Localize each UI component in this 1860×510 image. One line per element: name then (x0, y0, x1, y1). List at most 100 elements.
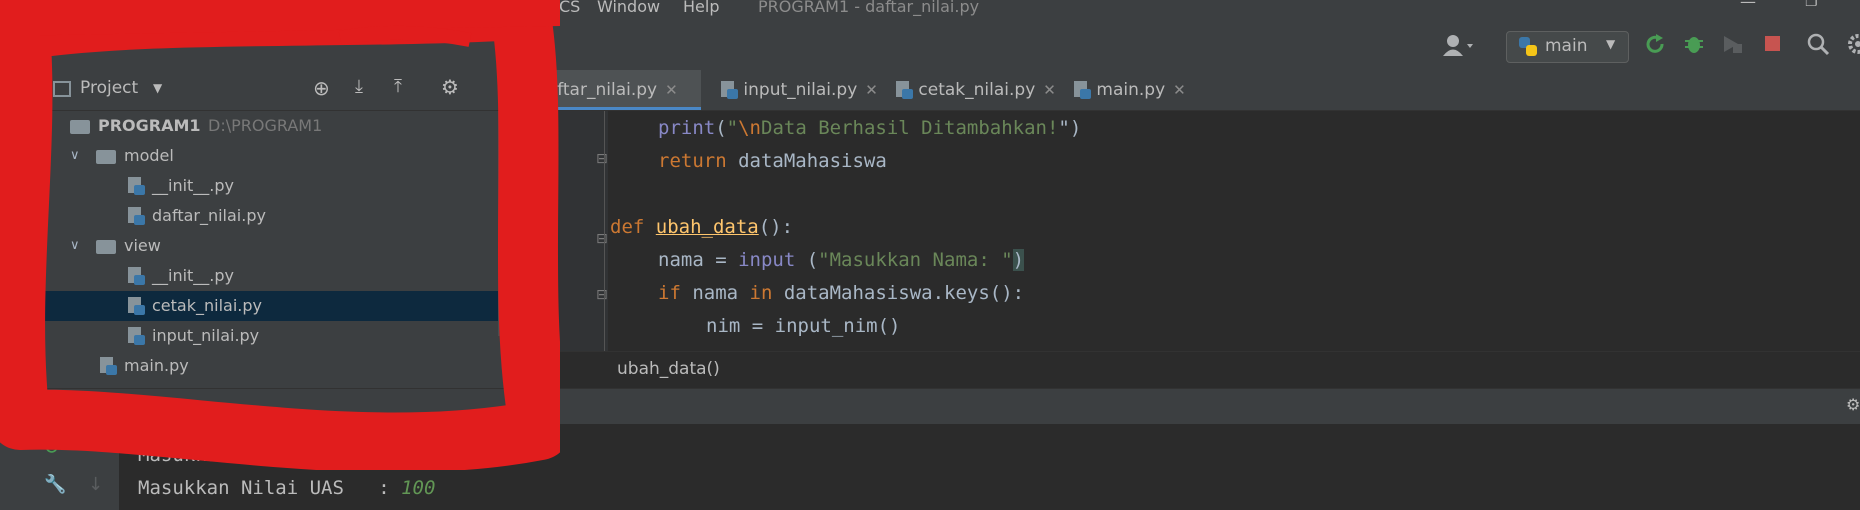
fold-icon[interactable]: ⊟ (596, 151, 608, 167)
run-config-selector[interactable]: main ▼ (1506, 31, 1629, 63)
tab-label: daftar_nilai.py (536, 80, 658, 100)
tree-item-label: model (124, 146, 174, 165)
run-panel-toolbar: ↻ ↑ 🔧 ↓ (0, 424, 119, 510)
folder-icon (70, 120, 90, 134)
tree-item-file-selected[interactable]: cetak_nilai.py (0, 291, 498, 321)
tree-item-label: __init__.py (152, 266, 235, 285)
tab-input-nilai[interactable]: input_nilai.py ✕ (715, 70, 887, 110)
rerun-icon[interactable] (1643, 32, 1667, 56)
editor-tabs: daftar_nilai.py ✕ input_nilai.py ✕ cetak_n… (508, 70, 1860, 111)
code-line: nim = input_nim() (706, 315, 901, 337)
tree-item-label: input_nilai.py (152, 326, 260, 345)
code-line: nama = input ("Masukkan Nama: ") (658, 249, 1025, 271)
chevron-down-icon: ▼ (1606, 37, 1616, 51)
close-icon[interactable]: ✕ (1043, 81, 1056, 99)
expand-all-icon[interactable]: ⤓ (355, 76, 363, 97)
code-line: print("\nData Berhasil Ditambahkan!") (658, 117, 1082, 139)
tree-item-label: daftar_nilai.py (152, 206, 266, 225)
minimize-icon[interactable]: — (1740, 0, 1756, 11)
run-console[interactable]: Masukkan Nilai UTS : 95 Masukkan Nilai U… (119, 424, 1860, 510)
menu-bar: VCS Window Help PROGRAM1 - daftar_nilai.… (0, 0, 1860, 18)
window-title: PROGRAM1 - daftar_nilai.py (758, 0, 980, 16)
code-line: return dataMahasiswa (658, 150, 887, 172)
python-file-icon (1074, 81, 1091, 99)
chevron-down-icon[interactable]: ∨ (70, 141, 80, 171)
search-icon[interactable] (1806, 32, 1830, 56)
coverage-icon[interactable] (1720, 32, 1744, 56)
debug-icon[interactable] (1682, 32, 1706, 56)
tree-item-path: D:\PROGRAM1 (208, 116, 323, 135)
user-icon[interactable] (1442, 32, 1478, 58)
tree-item-file[interactable]: input_nilai.py (0, 321, 498, 351)
collapse-all-icon[interactable]: ⤒ (394, 76, 402, 97)
tree-item-file[interactable]: main.py (0, 351, 498, 381)
tree-item-label: __init__.py (152, 176, 235, 195)
run-panel-header: ⚙ (0, 388, 1860, 425)
menu-help[interactable]: Help (683, 0, 719, 16)
console-line: Masukkan Nilai UTS : 95 (138, 444, 424, 466)
menu-window[interactable]: Window (597, 0, 660, 16)
python-file-icon (721, 81, 738, 99)
tree-scrollbar[interactable] (498, 111, 503, 336)
breadcrumb: ubah_data() (508, 351, 1860, 388)
project-tree: ∨ PROGRAM1 D:\PROGRAM1 ∨ model __init__.… (0, 111, 508, 388)
python-file-icon (128, 177, 145, 195)
chevron-down-icon[interactable]: ∨ (42, 111, 52, 141)
tree-item-label: main.py (124, 356, 189, 375)
code-editor[interactable]: print("\nData Berhasil Ditambahkan!") re… (608, 111, 1860, 351)
code-line: def ubah_data(): (610, 216, 794, 238)
tree-item-label: view (124, 236, 161, 255)
tab-label: input_nilai.py (743, 80, 858, 100)
python-file-icon (128, 297, 145, 315)
code-line: if nama in dataMahasiswa.keys(): (658, 282, 1025, 304)
project-panel-title[interactable]: Project (80, 78, 138, 98)
close-icon[interactable]: ✕ (865, 81, 878, 99)
tree-item-label: PROGRAM1 (98, 116, 201, 135)
tree-item-label: cetak_nilai.py (152, 296, 262, 315)
close-icon[interactable]: ✕ (1173, 81, 1186, 99)
gear-icon[interactable]: ⚙ (1846, 395, 1860, 414)
restore-icon[interactable]: ❐ (1805, 0, 1818, 10)
tree-item-folder[interactable]: ∨ model (0, 141, 498, 171)
chevron-down-icon[interactable]: ▼ (153, 81, 162, 95)
fold-line (604, 111, 605, 351)
breadcrumb-item[interactable]: ubah_data() (617, 359, 720, 379)
python-file-icon (128, 207, 145, 225)
run-config-label: main (1545, 36, 1588, 56)
tree-item-folder[interactable]: ∨ view (0, 231, 498, 261)
rerun-icon[interactable]: ↻ (43, 435, 60, 459)
tab-label: main.py (1096, 80, 1166, 100)
tree-item-file[interactable]: __init__.py (0, 261, 498, 291)
menu-vcs[interactable]: VCS (548, 0, 580, 16)
tab-label: cetak_nilai.py (918, 80, 1036, 100)
python-file-icon (128, 267, 145, 285)
tab-cetak-nilai[interactable]: cetak_nilai.py ✕ (892, 70, 1062, 110)
project-panel-header: Project ▼ ⊕ ⤓ ⤒ ⚙ (0, 70, 508, 111)
stop-icon[interactable] (1763, 34, 1783, 54)
python-icon (1517, 36, 1539, 58)
chevron-down-icon[interactable]: ∨ (70, 231, 80, 261)
tab-daftar-nilai[interactable]: daftar_nilai.py ✕ (528, 70, 701, 110)
tab-main[interactable]: main.py ✕ (1070, 70, 1200, 110)
fold-icon[interactable]: ⊟ (596, 231, 608, 247)
tree-item-root[interactable]: ∨ PROGRAM1 D:\PROGRAM1 (0, 111, 498, 141)
fold-icon[interactable]: ⊟ (596, 287, 608, 303)
close-icon[interactable]: ✕ (665, 81, 678, 99)
main-toolbar: main ▼ (0, 18, 1860, 71)
wrench-icon[interactable]: 🔧 (44, 474, 66, 495)
down-arrow-icon[interactable]: ↓ (88, 474, 103, 495)
tree-item-file[interactable]: daftar_nilai.py (0, 201, 498, 231)
python-file-icon (128, 327, 145, 345)
settings-icon[interactable] (1846, 32, 1860, 56)
console-line: Masukkan Nilai UAS : 100 (138, 477, 436, 499)
project-view-icon (53, 81, 71, 97)
locate-icon[interactable]: ⊕ (313, 76, 330, 100)
python-file-icon (896, 81, 913, 99)
editor-gutter: ⊟ ⊟ ⊟ (508, 111, 608, 351)
folder-icon (96, 240, 116, 254)
tree-item-file[interactable]: __init__.py (0, 171, 498, 201)
folder-icon (96, 150, 116, 164)
python-file-icon (100, 357, 117, 375)
up-arrow-icon[interactable]: ↑ (88, 432, 103, 453)
gear-icon[interactable]: ⚙ (441, 75, 459, 99)
